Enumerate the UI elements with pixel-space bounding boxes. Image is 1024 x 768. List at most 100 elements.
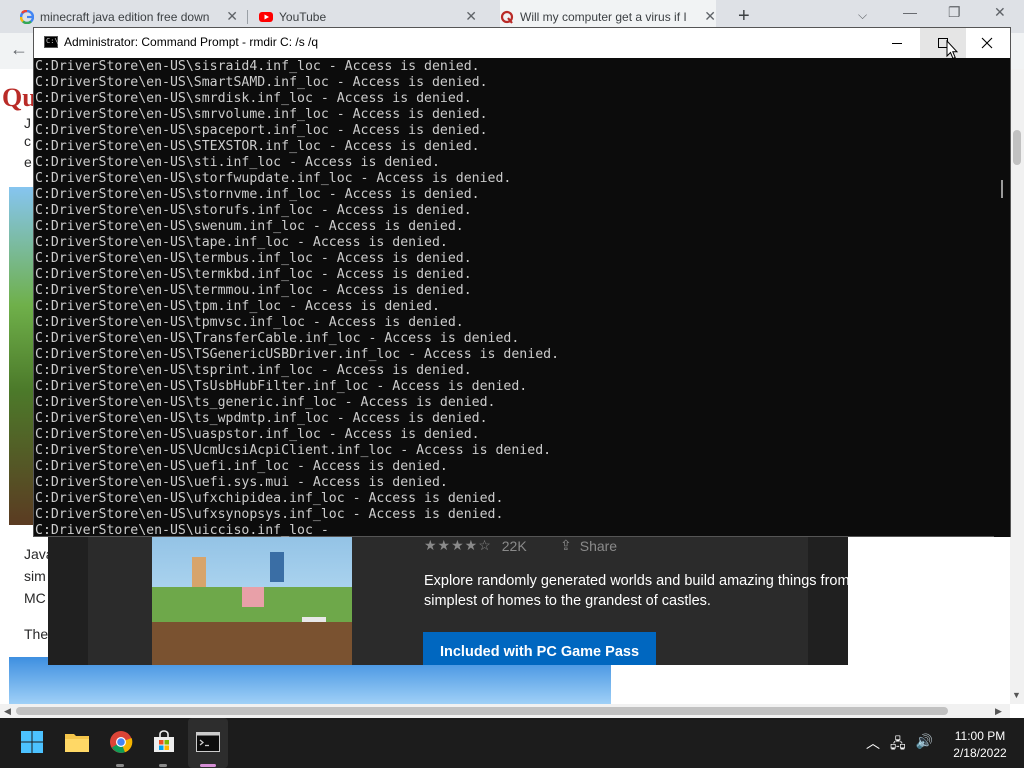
cmd-scroll-thumb[interactable] xyxy=(1001,180,1003,198)
tab-title: YouTube xyxy=(279,9,327,24)
cmd-output-line: C:DriverStore\en-US\uicciso.inf_loc - xyxy=(35,523,329,537)
browser-restore-icon[interactable]: ❐ xyxy=(948,4,961,21)
cmd-output-line: C:DriverStore\en-US\ufxchipidea.inf_loc … xyxy=(35,491,504,506)
back-arrow-icon[interactable]: ← xyxy=(10,39,28,60)
scroll-down-icon[interactable]: ▼ xyxy=(1012,690,1021,700)
microsoft-store-icon[interactable] xyxy=(150,728,178,756)
running-indicator xyxy=(116,764,124,767)
taskbar-clock[interactable]: 11:00 PM 2/18/2022 xyxy=(940,728,1020,762)
share-button[interactable]: ⇪ Share xyxy=(560,537,617,554)
cmd-output-line: C:DriverStore\en-US\termmou.inf_loc - Ac… xyxy=(35,283,472,298)
command-prompt-icon: C:\ xyxy=(44,36,59,48)
mouse-cursor-icon xyxy=(946,40,958,60)
network-icon[interactable]: 🖧 xyxy=(890,733,906,757)
browser-close-icon[interactable]: ✕ xyxy=(994,4,1006,21)
pc-game-pass-button[interactable]: Included with PC Game Pass xyxy=(423,632,656,665)
cmd-window-title: Administrator: Command Prompt - rmdir C:… xyxy=(64,35,319,49)
youtube-icon xyxy=(259,12,273,22)
scroll-right-icon[interactable]: ▶ xyxy=(995,706,1002,717)
cmd-output-line: C:DriverStore\en-US\uaspstor.inf_loc - A… xyxy=(35,427,480,442)
store-description: Explore randomly generated worlds and bu… xyxy=(424,573,848,609)
store-panel: ★★★★☆ 22K ⇪ Share Explore randomly gener… xyxy=(88,527,848,665)
system-tray: ︿ 🖧 🔊 xyxy=(866,733,933,757)
cover-ground xyxy=(152,622,352,665)
page-text-fragment: c xyxy=(24,133,31,149)
quora-logo[interactable]: Qu xyxy=(2,83,37,113)
microsoft-store-window: ★★★★☆ 22K ⇪ Share Explore randomly gener… xyxy=(48,527,848,665)
cmd-output-line: C:DriverStore\en-US\TSGenericUSBDriver.i… xyxy=(35,347,560,362)
page-text-fragment: e xyxy=(24,154,32,170)
cmd-output-line: C:DriverStore\en-US\ufxsynopsys.inf_loc … xyxy=(35,507,504,522)
cmd-output-line: C:DriverStore\en-US\UcmUcsiAcpiClient.in… xyxy=(35,443,552,458)
cmd-output-line: C:DriverStore\en-US\STEXSTOR.inf_loc - A… xyxy=(35,139,480,154)
cmd-maximize-button[interactable] xyxy=(920,28,966,58)
cover-character xyxy=(270,552,284,582)
command-prompt-icon[interactable] xyxy=(194,728,222,756)
cmd-output-line: C:DriverStore\en-US\storfwupdate.inf_loc… xyxy=(35,171,512,186)
cmd-output-line: C:DriverStore\en-US\smrdisk.inf_loc - Ac… xyxy=(35,91,472,106)
chrome-icon[interactable] xyxy=(107,728,135,756)
file-explorer-icon[interactable] xyxy=(63,728,91,756)
cmd-output-line: C:DriverStore\en-US\termbus.inf_loc - Ac… xyxy=(35,251,472,266)
cmd-output-line: C:DriverStore\en-US\uefi.sys.mui - Acces… xyxy=(35,475,448,490)
share-label: Share xyxy=(579,537,618,554)
google-icon xyxy=(20,10,34,24)
share-icon: ⇪ xyxy=(560,537,572,553)
cmd-output-line: C:DriverStore\en-US\TsUsbHubFilter.inf_l… xyxy=(35,379,528,394)
star-rating-icon: ★★★★☆ xyxy=(424,537,492,553)
page-scroll-thumb[interactable] xyxy=(1013,130,1021,165)
cover-character xyxy=(192,557,206,587)
cmd-output-line: C:DriverStore\en-US\TransferCable.inf_lo… xyxy=(35,331,520,346)
cmd-scrollbar[interactable] xyxy=(994,59,1010,537)
cover-pig xyxy=(242,587,264,607)
page-text-fragment: J xyxy=(24,115,31,131)
minecraft-cover-image xyxy=(152,527,352,665)
chrome-logo-icon xyxy=(110,731,133,753)
quora-icon xyxy=(500,10,514,24)
close-icon xyxy=(981,37,993,49)
cmd-output-line: C:DriverStore\en-US\tpmvsc.inf_loc - Acc… xyxy=(35,315,464,330)
close-tab-icon[interactable]: ✕ xyxy=(465,8,477,24)
cmd-output-line: C:DriverStore\en-US\ts_wpdmtp.inf_loc - … xyxy=(35,411,488,426)
browser-minimize-icon[interactable]: — xyxy=(903,4,917,20)
tab-divider xyxy=(247,10,248,24)
chevron-down-icon[interactable]: ⌵ xyxy=(858,8,867,23)
cmd-output-line: C:DriverStore\en-US\smrvolume.inf_loc - … xyxy=(35,107,488,122)
cmd-output[interactable]: C:DriverStore\en-US\sisraid4.inf_loc - A… xyxy=(35,59,993,537)
cmd-output-line: C:DriverStore\en-US\spaceport.inf_loc - … xyxy=(35,123,488,138)
cmd-output-line: C:DriverStore\en-US\tpm.inf_loc - Access… xyxy=(35,299,440,314)
cmd-output-line: C:DriverStore\en-US\stornvme.inf_loc - A… xyxy=(35,187,480,202)
cmd-close-button[interactable] xyxy=(964,28,1010,58)
page-hscroll-thumb[interactable] xyxy=(16,707,948,715)
new-tab-button[interactable]: + xyxy=(738,5,750,27)
tab-title: Will my computer get a virus if I xyxy=(520,9,687,24)
terminal-icon xyxy=(196,732,220,752)
tab-title: minecraft java edition free down xyxy=(40,9,210,24)
cmd-output-line: C:DriverStore\en-US\uefi.inf_loc - Acces… xyxy=(35,459,448,474)
cmd-title-bar[interactable]: C:\ Administrator: Command Prompt - rmdi… xyxy=(34,28,1010,58)
cmd-output-line: C:DriverStore\en-US\SmartSAMD.inf_loc - … xyxy=(35,75,488,90)
rating-count: 22K xyxy=(501,537,527,554)
volume-icon[interactable]: 🔊 xyxy=(916,733,933,757)
scroll-left-icon[interactable]: ◀ xyxy=(4,706,11,717)
close-tab-icon[interactable]: ✕ xyxy=(704,8,716,24)
cmd-output-line: C:DriverStore\en-US\tsprint.inf_loc - Ac… xyxy=(35,363,472,378)
windows-start-icon[interactable] xyxy=(18,728,46,756)
clock-date: 2/18/2022 xyxy=(953,746,1007,760)
command-prompt-window[interactable]: C:\ Administrator: Command Prompt - rmdi… xyxy=(33,27,1011,537)
close-tab-icon[interactable]: ✕ xyxy=(226,8,238,24)
cmd-output-line: C:DriverStore\en-US\sisraid4.inf_loc - A… xyxy=(35,59,480,74)
active-indicator xyxy=(200,764,216,767)
cmd-output-line: C:DriverStore\en-US\swenum.inf_loc - Acc… xyxy=(35,219,464,234)
cmd-output-line: C:DriverStore\en-US\sti.inf_loc - Access… xyxy=(35,155,440,170)
windows-logo-icon xyxy=(21,731,43,753)
cmd-output-line: C:DriverStore\en-US\termkbd.inf_loc - Ac… xyxy=(35,267,472,282)
minimize-icon xyxy=(892,43,902,44)
cmd-minimize-button[interactable] xyxy=(874,28,920,58)
chevron-up-icon[interactable]: ︿ xyxy=(866,733,880,757)
windows-taskbar: ︿ 🖧 🔊 11:00 PM 2/18/2022 xyxy=(0,718,1024,768)
store-bag-icon xyxy=(154,730,174,752)
cmd-output-line: C:DriverStore\en-US\tape.inf_loc - Acces… xyxy=(35,235,448,250)
cmd-output-line: C:DriverStore\en-US\storufs.inf_loc - Ac… xyxy=(35,203,472,218)
store-rating: ★★★★☆ 22K xyxy=(424,537,527,554)
